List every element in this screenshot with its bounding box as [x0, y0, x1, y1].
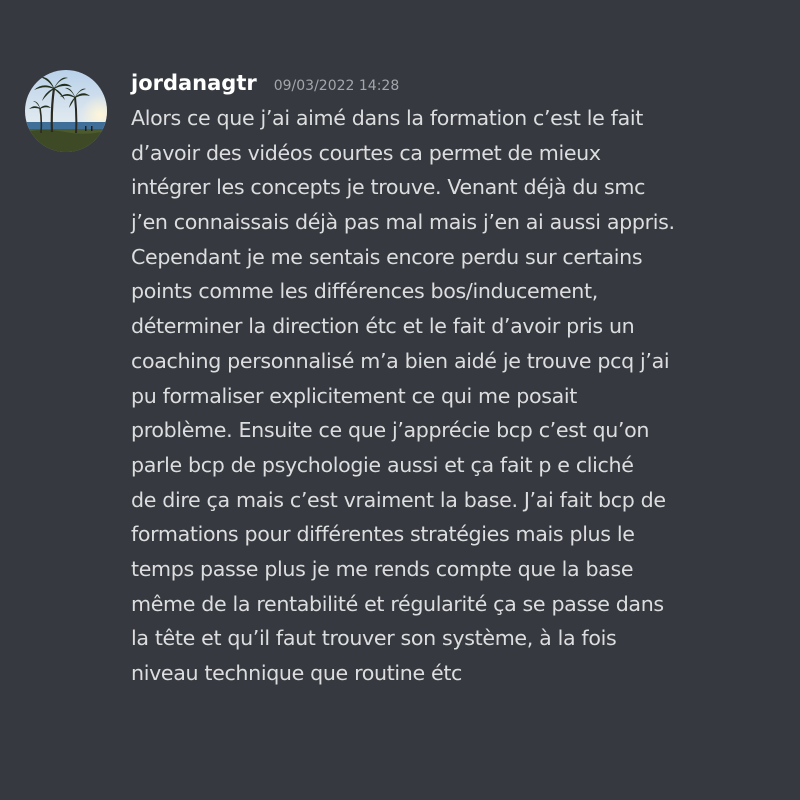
message-line: intégrer les concepts je trouve. Venant …: [131, 175, 646, 200]
message-content: Alors ce que j’ai aimé dans la formation…: [131, 101, 791, 691]
username[interactable]: jordanagtr: [131, 71, 257, 95]
message-header: jordanagtr 09/03/2022 14:28: [131, 71, 399, 101]
message-line: coaching personnalisé m’a bien aidé je t…: [131, 348, 670, 373]
message-line: points comme les différences bos/inducem…: [131, 279, 598, 304]
message-line: problème. Ensuite ce que j’apprécie bcp …: [131, 418, 650, 443]
message-line: temps passe plus je me rends compte que …: [131, 556, 634, 581]
timestamp: 09/03/2022 14:28: [273, 78, 400, 94]
message-line: formations pour différentes stratégies m…: [131, 522, 635, 547]
message-line: parle bcp de psychologie aussi et ça fai…: [131, 452, 634, 477]
message-line: même de la rentabilité et régularité ça …: [131, 591, 664, 616]
chat-screen: jordanagtr 09/03/2022 14:28 Alors ce que…: [0, 0, 800, 800]
message-line: j’en connaissais déjà pas mal mais j’en …: [131, 210, 675, 235]
message-line: déterminer la direction étc et le fait d…: [131, 314, 635, 339]
message-line: niveau technique que routine étc: [131, 661, 463, 685]
message-line: d’avoir des vidéos courtes ca permet de …: [131, 140, 601, 165]
message-line: pu formaliser explicitement ce qui me po…: [131, 383, 577, 408]
message-line: Alors ce que j’ai aimé dans la formation…: [131, 106, 643, 130]
message-line: la tête et qu’il faut trouver son systèm…: [131, 626, 617, 651]
user-avatar[interactable]: [25, 70, 107, 152]
message-line: Cependant je me sentais encore perdu sur…: [131, 244, 643, 269]
chat-message: jordanagtr 09/03/2022 14:28 Alors ce que…: [0, 0, 800, 800]
message-line: de dire ça mais c’est vraiment la base. …: [131, 487, 666, 512]
palm-trees-beach-avatar-icon: [25, 70, 107, 152]
